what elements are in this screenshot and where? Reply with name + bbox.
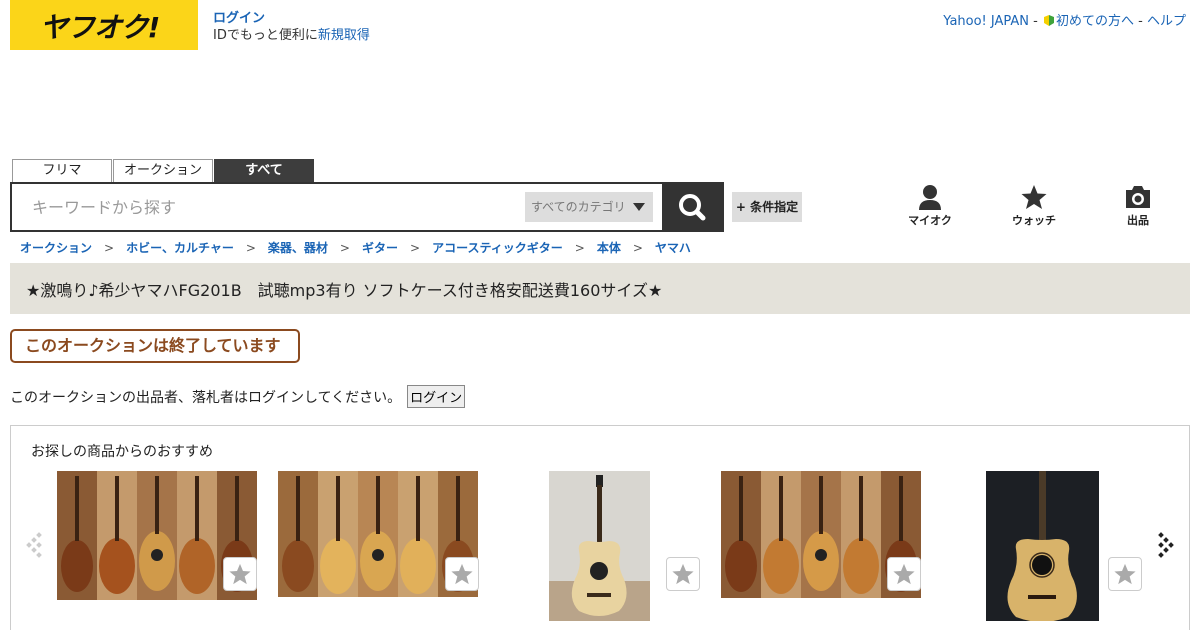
chevron-right-icon xyxy=(1158,532,1174,558)
watch-star-button[interactable] xyxy=(1108,557,1142,591)
star-icon xyxy=(451,563,473,585)
myauc-button[interactable]: マイオク xyxy=(900,184,960,228)
search-box: すべてのカテゴリ xyxy=(10,182,664,232)
next-arrow[interactable] xyxy=(1155,529,1175,559)
category-select[interactable]: すべてのカテゴリ xyxy=(525,192,653,222)
conditions-button[interactable]: + 条件指定 xyxy=(732,192,802,222)
help-link[interactable]: ヘルプ xyxy=(1147,14,1186,29)
watch-star-button[interactable] xyxy=(223,557,257,591)
tab-auction[interactable]: オークション xyxy=(113,159,213,183)
search-tabs: フリマ オークション すべて xyxy=(12,159,315,183)
reco-item-image[interactable] xyxy=(986,471,1099,621)
star-icon xyxy=(672,563,694,585)
breadcrumb-item[interactable]: 楽器、器材 xyxy=(268,241,328,255)
login-box: ログイン IDでもっと便利に新規取得 xyxy=(213,10,370,44)
login-link[interactable]: ログイン xyxy=(213,11,265,26)
breadcrumb-item[interactable]: アコースティックギター xyxy=(432,241,563,255)
auction-ended-badge: このオークションは終了しています xyxy=(10,329,300,363)
star-icon xyxy=(1114,563,1136,585)
star-icon xyxy=(1021,185,1047,209)
user-icon xyxy=(919,185,941,210)
recommendations-panel: お探しの商品からのおすすめ xyxy=(10,425,1190,630)
breadcrumb-item[interactable]: 本体 xyxy=(597,241,621,255)
breadcrumb-item[interactable]: ホビー、カルチャー xyxy=(126,241,234,255)
search-icon xyxy=(679,194,706,221)
yauc-logo[interactable]: ヤフオク! xyxy=(10,0,198,50)
login-prompt: IDでもっと便利に xyxy=(213,28,318,43)
tab-all[interactable]: すべて xyxy=(214,159,314,183)
yahoo-japan-link[interactable]: Yahoo! JAPAN xyxy=(943,14,1029,29)
search-button[interactable] xyxy=(662,182,724,232)
first-time-link[interactable]: 初めての方へ xyxy=(1056,14,1134,29)
sell-button[interactable]: 出品 xyxy=(1108,184,1168,228)
prev-arrow[interactable] xyxy=(25,529,45,559)
chevron-down-icon xyxy=(633,203,645,211)
tab-flea-market[interactable]: フリマ xyxy=(12,159,112,183)
login-notice: このオークションの出品者、落札者はログインしてください。 ログイン xyxy=(10,385,466,408)
reco-item-image[interactable] xyxy=(549,471,650,621)
watch-button[interactable]: ウォッチ xyxy=(1004,184,1064,228)
signup-link[interactable]: 新規取得 xyxy=(318,28,370,43)
breadcrumb-item[interactable]: オークション xyxy=(20,241,92,255)
search-input[interactable] xyxy=(32,194,512,220)
beginner-leaf-icon xyxy=(1042,13,1056,27)
star-icon xyxy=(893,563,915,585)
guitar-photo xyxy=(549,471,650,621)
top-right-links: Yahoo! JAPAN - 初めての方へ - ヘルプ xyxy=(943,13,1186,29)
watch-star-button[interactable] xyxy=(887,557,921,591)
page-title: ★激鳴り♪希少ヤマハFG201B 試聴mp3有り ソフトケース付き格安配送費16… xyxy=(26,281,663,300)
breadcrumb-item[interactable]: ギター xyxy=(362,241,398,255)
star-icon xyxy=(229,563,251,585)
breadcrumb: オークション > ホビー、カルチャー > 楽器、器材 > ギター > アコースティックギター > 本… xyxy=(20,241,691,255)
chevron-left-icon xyxy=(26,532,42,558)
item-title-bar: ★激鳴り♪希少ヤマハFG201B 試聴mp3有り ソフトケース付き格安配送費16… xyxy=(10,263,1190,314)
breadcrumb-item[interactable]: ヤマハ xyxy=(655,241,691,255)
recommendations-heading: お探しの商品からのおすすめ xyxy=(31,444,213,460)
notice-login-button[interactable]: ログイン xyxy=(407,385,466,408)
watch-star-button[interactable] xyxy=(666,557,700,591)
watch-star-button[interactable] xyxy=(445,557,479,591)
guitar-photo xyxy=(986,471,1099,621)
camera-icon xyxy=(1126,186,1150,208)
